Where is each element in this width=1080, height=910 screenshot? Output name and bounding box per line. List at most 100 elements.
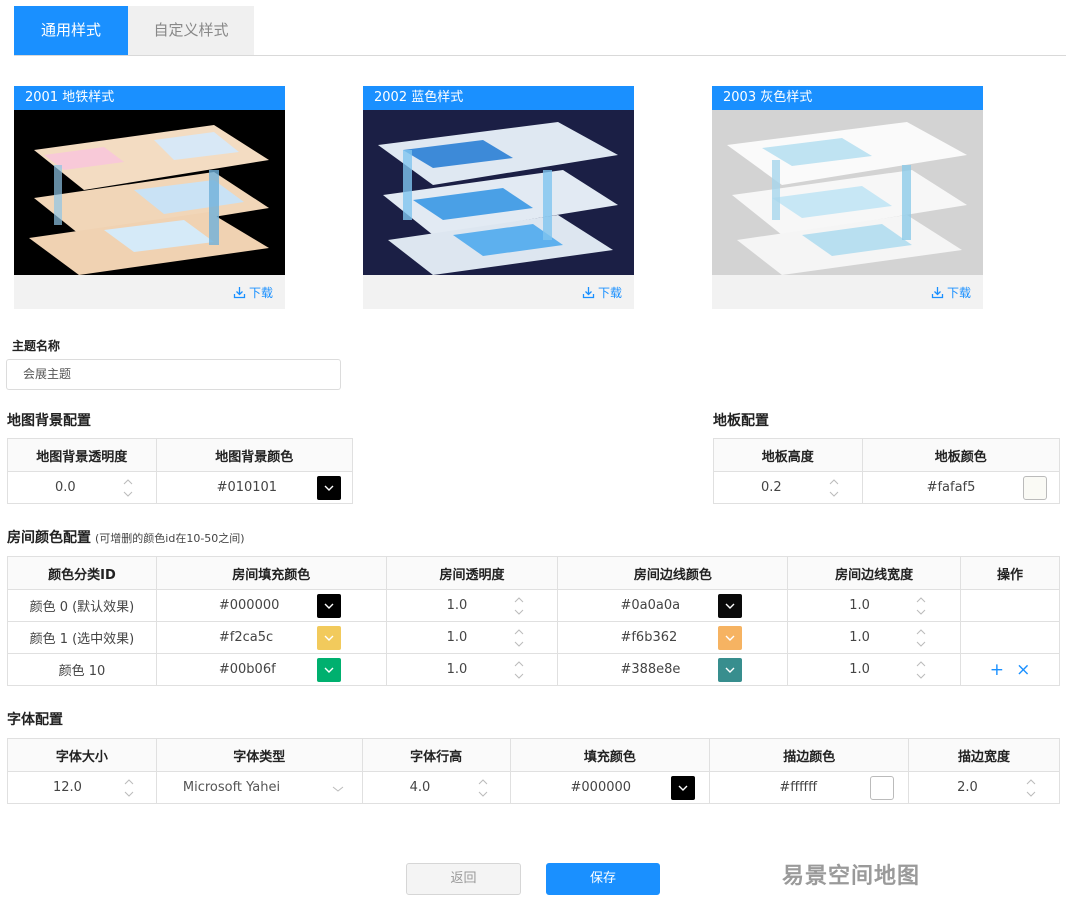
stepper-icon[interactable] (828, 476, 840, 500)
stepper-icon[interactable] (915, 658, 927, 682)
color-swatch[interactable] (316, 626, 341, 650)
stepper-icon[interactable] (513, 626, 525, 650)
chevron-down-icon (725, 603, 735, 609)
operation-cell (960, 621, 1060, 654)
room-border-color-input[interactable]: #388e8e (558, 654, 787, 685)
color-swatch[interactable] (718, 594, 743, 618)
brand-watermark: 易景空间地图 (782, 864, 921, 889)
col-header: 房间边线宽度 (787, 556, 962, 590)
col-header: 地图背景透明度 (7, 438, 157, 472)
font-stroke-color-input[interactable]: #ffffff (710, 772, 908, 803)
save-button[interactable]: 保存 (546, 863, 660, 895)
stepper-icon[interactable] (477, 776, 489, 800)
download-link[interactable]: 下载 (931, 284, 971, 301)
color-id-cell: 颜色 1 (选中效果) (7, 621, 157, 654)
room-fill-color-input[interactable]: #000000 (157, 590, 386, 621)
col-header: 字体大小 (7, 738, 157, 772)
color-swatch[interactable] (718, 626, 743, 650)
map-preview-image (712, 110, 983, 275)
map-bg-table: 地图背景透明度 地图背景颜色 0.0 #010101 (7, 438, 354, 504)
table-row: 12.0 Microsoft Yahei 4.0 #000000 #ffffff… (7, 771, 1060, 804)
card-title: 2002 蓝色样式 (363, 86, 634, 110)
card-title: 2001 地铁样式 (14, 86, 285, 110)
map-bg-opacity-input[interactable]: 0.0 (8, 472, 156, 503)
font-stroke-width-input[interactable]: 2.0 (909, 772, 1059, 803)
stepper-icon[interactable] (513, 658, 525, 682)
style-card-blue[interactable]: 2002 蓝色样式 下载 (363, 86, 634, 309)
room-opacity-input[interactable]: 1.0 (387, 622, 558, 653)
font-line-height-input[interactable]: 4.0 (363, 772, 510, 803)
color-swatch[interactable] (718, 658, 743, 682)
room-border-width-input[interactable]: 1.0 (788, 654, 960, 685)
map-bg-color-input[interactable]: #010101 (157, 472, 352, 503)
download-link[interactable]: 下载 (233, 284, 273, 301)
floor-title: 地板配置 (713, 413, 769, 429)
floor-color-input[interactable]: #fafaf5 (863, 472, 1059, 503)
add-color-button[interactable]: + (990, 660, 1004, 680)
color-swatch[interactable] (1022, 476, 1047, 500)
room-fill-color-input[interactable]: #00b06f (157, 654, 386, 685)
map-bg-title: 地图背景配置 (7, 413, 91, 429)
room-border-color-input[interactable]: #0a0a0a (558, 590, 787, 621)
room-color-table: 颜色分类ID 房间填充颜色 房间透明度 房间边线颜色 房间边线宽度 操作 颜色 … (7, 556, 1060, 686)
color-swatch[interactable] (316, 476, 341, 500)
back-button[interactable]: 返回 (406, 863, 521, 895)
stepper-icon[interactable] (123, 776, 135, 800)
room-opacity-input[interactable]: 1.0 (387, 590, 558, 621)
stepper-icon[interactable] (513, 594, 525, 618)
col-header: 填充颜色 (509, 738, 711, 772)
stepper-icon[interactable] (915, 594, 927, 618)
col-header: 地图背景颜色 (155, 438, 354, 472)
style-tabs: 通用样式 自定义样式 (14, 6, 1066, 56)
font-fill-color-input[interactable]: #000000 (511, 772, 710, 803)
chevron-down-icon (725, 667, 735, 673)
room-border-color-input[interactable]: #f6b362 (558, 622, 787, 653)
col-header: 字体类型 (155, 738, 363, 772)
color-swatch[interactable] (670, 776, 695, 800)
chevron-down-icon (678, 785, 688, 791)
map-preview-image (14, 110, 285, 275)
floor-table: 地板高度 地板颜色 0.2 #fafaf5 (713, 438, 1061, 504)
font-config-table: 字体大小 字体类型 字体行高 填充颜色 描边颜色 描边宽度 12.0 Micro… (7, 738, 1060, 804)
tab-custom-style[interactable]: 自定义样式 (128, 6, 254, 55)
table-row: 颜色 10 #00b06f 1.0 #388e8e 1.0 + × (7, 653, 1060, 686)
chevron-down-icon (324, 603, 334, 609)
tab-general-style[interactable]: 通用样式 (14, 6, 128, 55)
col-header: 字体行高 (361, 738, 511, 772)
floor-height-input[interactable]: 0.2 (714, 472, 862, 503)
remove-color-button[interactable]: × (1016, 660, 1030, 680)
download-icon (931, 287, 944, 299)
room-color-title: 房间颜色配置 (可增删的颜色id在10-50之间) (7, 530, 245, 546)
col-header: 地板颜色 (861, 438, 1061, 472)
font-family-select[interactable]: Microsoft Yahei (157, 772, 362, 803)
color-id-cell: 颜色 10 (7, 653, 157, 686)
stepper-icon[interactable] (915, 626, 927, 650)
font-size-input[interactable]: 12.0 (8, 772, 156, 803)
style-card-gray[interactable]: 2003 灰色样式 下载 (712, 86, 983, 309)
col-header: 房间填充颜色 (155, 556, 387, 590)
stepper-icon[interactable] (1025, 776, 1037, 800)
col-header: 描边颜色 (709, 738, 910, 772)
download-icon (582, 287, 595, 299)
color-swatch[interactable] (316, 594, 341, 618)
operation-cell: + × (960, 653, 1060, 686)
room-border-width-input[interactable]: 1.0 (788, 622, 960, 653)
col-header: 描边宽度 (908, 738, 1060, 772)
map-preview-image (363, 110, 634, 275)
theme-name-label: 主题名称 (12, 339, 61, 353)
stepper-icon[interactable] (122, 476, 134, 500)
room-fill-color-input[interactable]: #f2ca5c (157, 622, 386, 653)
room-border-width-input[interactable]: 1.0 (788, 590, 960, 621)
room-opacity-input[interactable]: 1.0 (387, 654, 558, 685)
color-id-cell: 颜色 0 (默认效果) (7, 589, 157, 622)
chevron-down-icon (332, 782, 344, 797)
chevron-down-icon (324, 667, 334, 673)
table-row: 颜色 1 (选中效果) #f2ca5c 1.0 #f6b362 1.0 (7, 621, 1060, 654)
col-header: 地板高度 (713, 438, 863, 472)
download-link[interactable]: 下载 (582, 284, 622, 301)
card-title: 2003 灰色样式 (712, 86, 983, 110)
color-swatch[interactable] (870, 776, 895, 800)
theme-name-input[interactable]: 会展主题 (6, 359, 341, 390)
color-swatch[interactable] (316, 658, 341, 682)
style-card-metro[interactable]: 2001 地铁样式 下载 (14, 86, 285, 309)
